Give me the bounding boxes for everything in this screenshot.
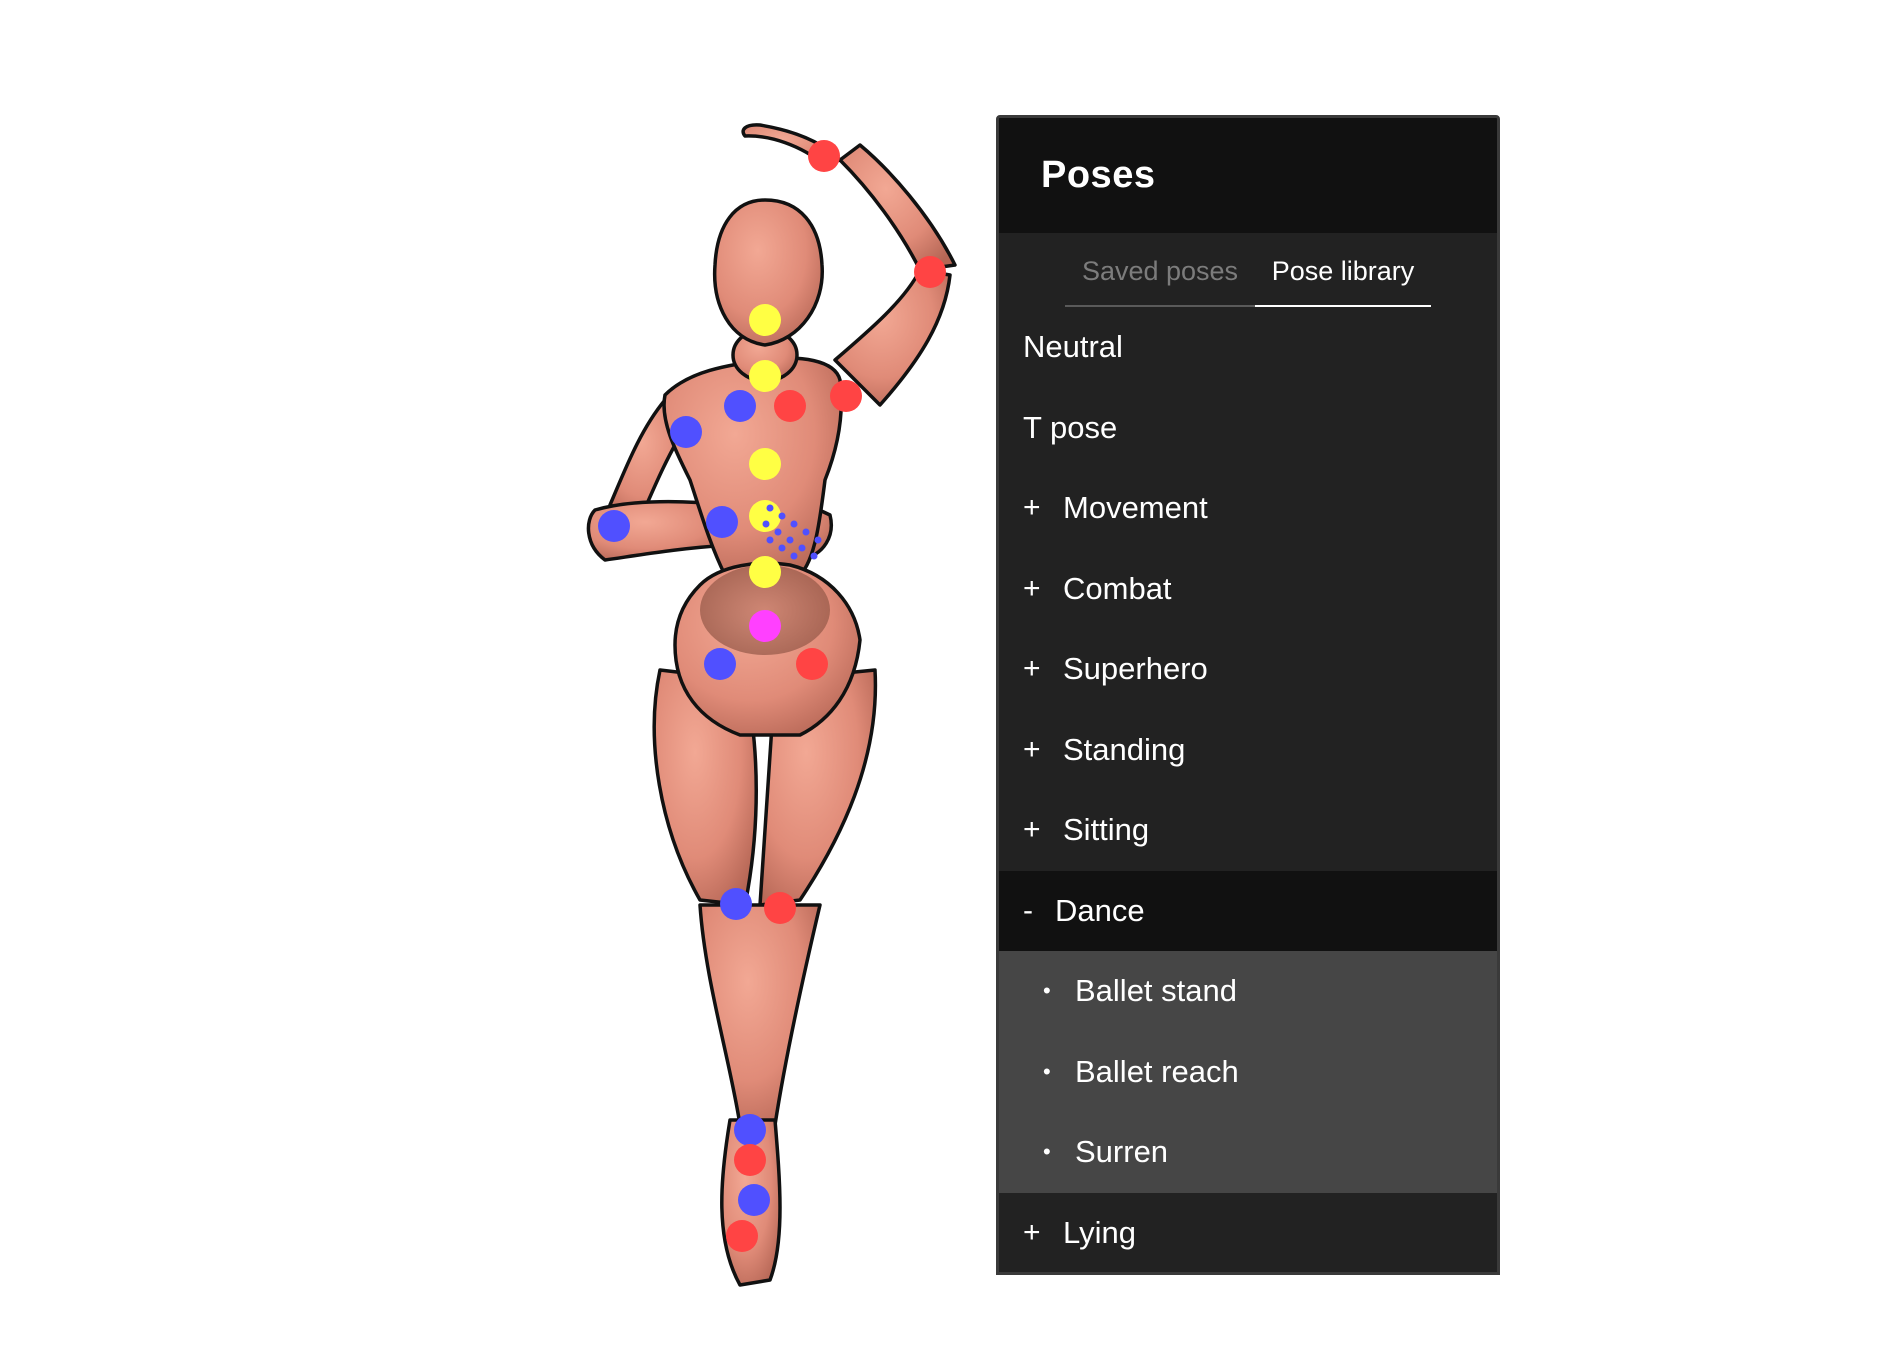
expand-icon: +: [1023, 732, 1041, 766]
finger-joint-12[interactable]: [790, 552, 798, 560]
panel-header: Poses: [999, 118, 1497, 233]
category-label: Sitting: [1063, 812, 1150, 848]
finger-joint-10[interactable]: [766, 536, 774, 544]
joint-left-clavicle[interactable]: [724, 390, 756, 422]
pose-label: Neutral: [1023, 329, 1123, 365]
expand-icon: +: [1023, 652, 1041, 686]
joint-left-ankle[interactable]: [734, 1114, 766, 1146]
finger-joint-5[interactable]: [762, 520, 770, 528]
joint-left-hip[interactable]: [704, 648, 736, 680]
category-label: Dance: [1055, 892, 1145, 928]
pose-label: Ballet stand: [1075, 973, 1237, 1009]
joint-right-shoulder[interactable]: [830, 380, 862, 412]
expand-icon: +: [1023, 813, 1041, 847]
finger-joint-4[interactable]: [814, 536, 822, 544]
category-label: Standing: [1063, 731, 1186, 767]
pose-item-ballet-reach[interactable]: • Ballet reach: [999, 1031, 1497, 1112]
tab-bar: Saved poses Pose library: [999, 233, 1497, 307]
joint-right-elbow[interactable]: [914, 256, 946, 288]
joint-abdomen[interactable]: [749, 556, 781, 588]
category-combat[interactable]: + Combat: [999, 549, 1497, 630]
finger-joint-8[interactable]: [798, 544, 806, 552]
expand-icon: +: [1023, 571, 1041, 605]
joint-left-toe[interactable]: [738, 1184, 770, 1216]
pose-item-ballet-stand[interactable]: • Ballet stand: [999, 951, 1497, 1032]
finger-joint-7[interactable]: [786, 536, 794, 544]
joint-left-wrist[interactable]: [706, 506, 738, 538]
joint-right-knee[interactable]: [764, 892, 796, 924]
pose-label: Ballet reach: [1075, 1053, 1239, 1089]
bullet-icon: •: [1043, 1139, 1051, 1165]
category-dance[interactable]: - Dance: [999, 870, 1497, 951]
finger-joint-9[interactable]: [810, 552, 818, 560]
expand-icon: +: [1023, 491, 1041, 525]
pose-item-t-pose[interactable]: T pose: [999, 388, 1497, 469]
category-standing[interactable]: + Standing: [999, 710, 1497, 791]
shin: [698, 903, 822, 1127]
joint-left-shoulder[interactable]: [670, 416, 702, 448]
3d-viewport[interactable]: [0, 0, 1883, 1349]
right-forearm: [838, 143, 957, 272]
joint-left-elbow[interactable]: [598, 510, 630, 542]
poses-panel: Poses Saved poses Pose library Neutral T…: [996, 115, 1500, 1275]
collapse-icon: -: [1023, 893, 1033, 927]
bullet-icon: •: [1043, 978, 1051, 1004]
category-label: Superhero: [1063, 651, 1208, 687]
joint-right-clavicle[interactable]: [774, 390, 806, 422]
panel-title: Poses: [1041, 154, 1156, 196]
finger-joint-2[interactable]: [790, 520, 798, 528]
category-label: Movement: [1063, 490, 1208, 526]
joint-right-wrist[interactable]: [808, 140, 840, 172]
bullet-icon: •: [1043, 1058, 1051, 1084]
category-label: Combat: [1063, 570, 1172, 606]
finger-joint-11[interactable]: [778, 544, 786, 552]
pose-label: T pose: [1023, 409, 1118, 445]
finger-joint-1[interactable]: [778, 512, 786, 520]
mannequin-figure: [586, 123, 957, 1287]
joint-right-toe[interactable]: [726, 1220, 758, 1252]
category-superhero[interactable]: + Superhero: [999, 629, 1497, 710]
finger-joint-0[interactable]: [766, 504, 774, 512]
pose-item-neutral[interactable]: Neutral: [999, 307, 1497, 388]
joint-chest[interactable]: [749, 448, 781, 480]
category-label: Lying: [1063, 1214, 1136, 1250]
finger-joint-3[interactable]: [802, 528, 810, 536]
joint-right-hip[interactable]: [796, 648, 828, 680]
category-lying[interactable]: + Lying: [999, 1193, 1497, 1273]
tab-pose-library[interactable]: Pose library: [1255, 256, 1431, 307]
finger-joint-6[interactable]: [774, 528, 782, 536]
expand-icon: +: [1023, 1215, 1041, 1249]
joint-head[interactable]: [749, 304, 781, 336]
category-sitting[interactable]: + Sitting: [999, 790, 1497, 871]
pose-item-surren[interactable]: • Surren: [999, 1112, 1497, 1193]
category-movement[interactable]: + Movement: [999, 468, 1497, 549]
joint-neck[interactable]: [749, 360, 781, 392]
tab-saved-poses[interactable]: Saved poses: [1065, 256, 1255, 307]
pose-label: Surren: [1075, 1134, 1169, 1170]
joint-left-knee[interactable]: [720, 888, 752, 920]
joint-hips[interactable]: [749, 610, 781, 642]
joint-right-ankle[interactable]: [734, 1144, 766, 1176]
pose-list: Neutral T pose + Movement + Combat + Sup…: [999, 307, 1497, 1273]
